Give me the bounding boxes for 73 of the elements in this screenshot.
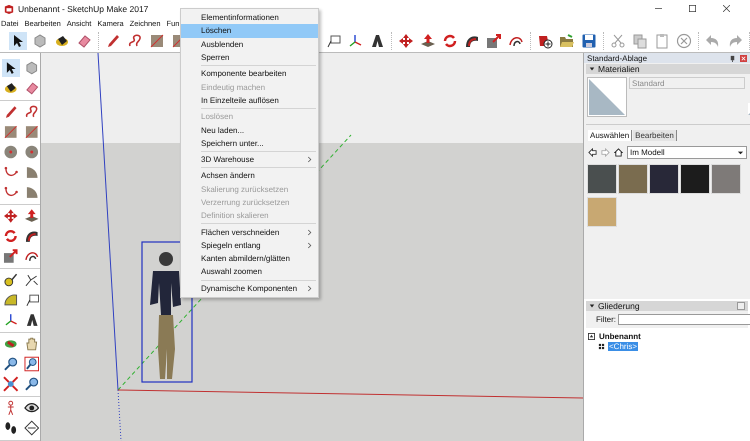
- zoom-window-icon[interactable]: [22, 355, 40, 373]
- rotate-arrows-icon[interactable]: [2, 227, 20, 245]
- material-swatch[interactable]: [587, 164, 617, 194]
- magnifier-icon[interactable]: [2, 355, 20, 373]
- menu-item[interactable]: Speichern unter...: [181, 136, 318, 150]
- circle-icon[interactable]: [22, 143, 40, 161]
- tree-item[interactable]: Unbenannt: [598, 332, 642, 340]
- tape-measure-icon[interactable]: [2, 271, 20, 289]
- box-arrow-icon[interactable]: [419, 32, 437, 50]
- menu-item[interactable]: Kanten abmildern/glätten: [181, 252, 318, 266]
- material-name-field[interactable]: Standard: [629, 77, 745, 89]
- home-icon[interactable]: [614, 148, 623, 157]
- menu-item[interactable]: Komponente bearbeiten: [181, 67, 318, 80]
- maximize-icon[interactable]: [689, 5, 696, 12]
- menu-item[interactable]: Spiegeln entlang: [181, 238, 318, 252]
- back-arrow-icon[interactable]: [588, 148, 597, 157]
- menu-item[interactable]: In Einzelteile auflösen: [181, 94, 318, 108]
- material-preview: [587, 77, 627, 117]
- submenu-chevron-icon: [307, 284, 312, 292]
- material-swatch[interactable]: [711, 164, 741, 194]
- menu-item[interactable]: 3D Warehouse: [181, 152, 318, 166]
- cursor-icon[interactable]: [2, 59, 20, 77]
- close-icon[interactable]: [723, 5, 730, 12]
- filter-label: Filter:: [596, 315, 616, 324]
- tab[interactable]: Bearbeiten: [633, 130, 677, 141]
- material-swatch[interactable]: [680, 164, 710, 194]
- move-arrows-icon[interactable]: [397, 32, 415, 50]
- minimize-icon[interactable]: [655, 5, 662, 12]
- rotate-arrows-icon[interactable]: [441, 32, 459, 50]
- folder-icon[interactable]: [558, 32, 576, 50]
- menu-item[interactable]: Achsen ändern: [181, 169, 318, 183]
- move-arrows-icon[interactable]: [2, 207, 20, 225]
- menu-item[interactable]: Neu laden...: [181, 123, 318, 137]
- circle-icon[interactable]: [2, 143, 20, 161]
- vertical-axis-dotted-line: [118, 390, 122, 441]
- menu-item[interactable]: Dynamische Komponenten: [181, 282, 318, 295]
- person-silhouette[interactable]: [150, 252, 181, 379]
- box-arrow-icon[interactable]: [22, 207, 40, 225]
- filter-field[interactable]: [618, 314, 750, 325]
- menu-item[interactable]: Auswahl zoomen: [181, 265, 318, 279]
- expand-triangle-icon[interactable]: [589, 66, 595, 72]
- square-icon[interactable]: [148, 32, 166, 50]
- scissors-icon[interactable]: [609, 32, 627, 50]
- zoom-extents-icon[interactable]: [2, 375, 20, 393]
- magnifier-icon[interactable]: [22, 375, 40, 393]
- submenu-chevron-icon: [307, 156, 312, 164]
- material-swatch[interactable]: [618, 164, 648, 194]
- material-swatch[interactable]: [649, 164, 679, 194]
- expand-triangle-icon[interactable]: [589, 303, 595, 309]
- cursor-icon[interactable]: [9, 32, 27, 50]
- app-logo-icon: [4, 4, 14, 14]
- menu-item[interactable]: Sperren: [181, 50, 318, 64]
- section-plane-icon[interactable]: [22, 419, 40, 437]
- pin-icon[interactable]: [729, 54, 736, 62]
- scale-icon[interactable]: [2, 247, 20, 265]
- caret-icon: [737, 149, 744, 156]
- circled-x-icon[interactable]: [675, 32, 693, 50]
- tab[interactable]: Auswählen: [588, 130, 632, 141]
- menu-item[interactable]: Löschen: [181, 24, 318, 38]
- menu-item[interactable]: Flächen verschneiden: [181, 225, 318, 239]
- model-icon: [588, 332, 595, 340]
- menu-item[interactable]: Ausblenden: [181, 38, 318, 51]
- scale-icon[interactable]: [485, 32, 503, 50]
- section-header[interactable]: Gliederung: [586, 301, 748, 311]
- square-icon[interactable]: [2, 123, 20, 141]
- section-header[interactable]: Materialien: [586, 64, 750, 74]
- collection-dropdown[interactable]: Im Modell: [627, 146, 747, 159]
- menu-item[interactable]: Elementinformationen: [181, 11, 318, 24]
- material-swatch[interactable]: [587, 197, 617, 227]
- window-title: Unbenannt - SketchUp Make 2017: [18, 4, 148, 14]
- component-icon: [598, 342, 605, 350]
- tray-title: Standard-Ablage: [587, 54, 648, 62]
- copy-icon[interactable]: [631, 32, 649, 50]
